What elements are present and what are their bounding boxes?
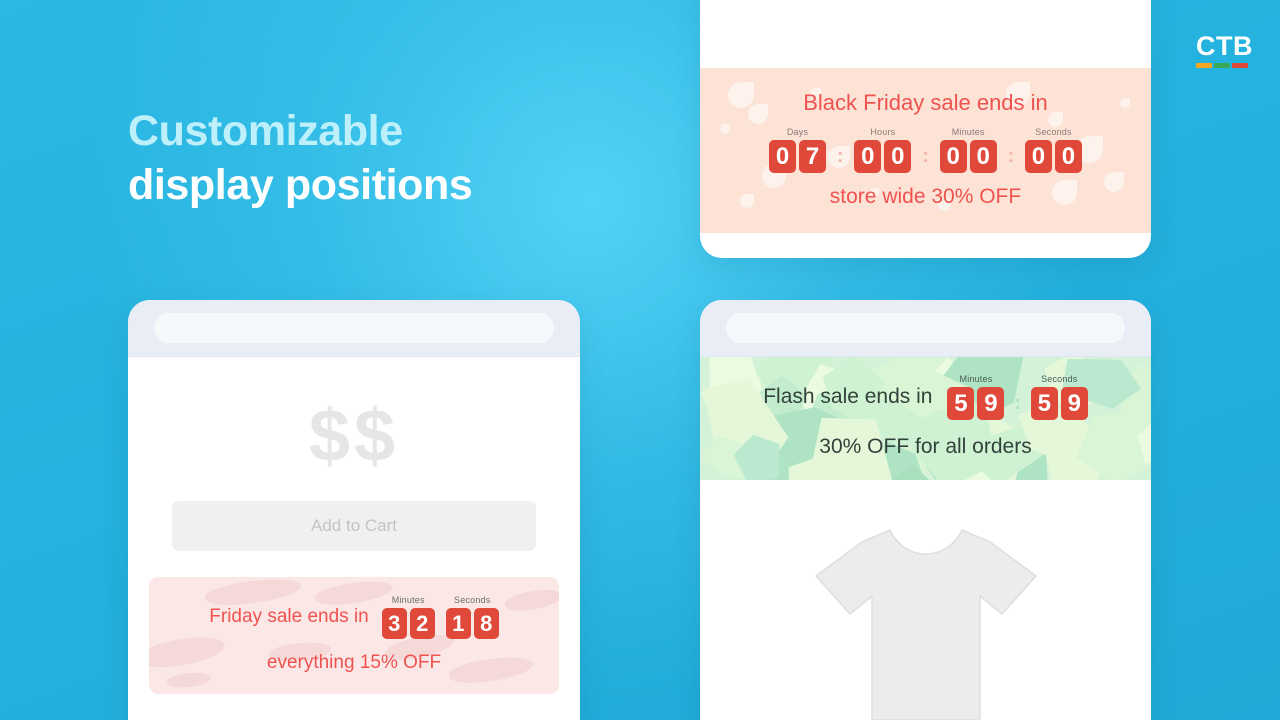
product-image-area [700,524,1151,720]
black-friday-separator: : [922,146,929,167]
flash-sale-label-seconds: Seconds [1041,374,1078,384]
address-bar-right[interactable] [726,313,1125,343]
product-area-left: $$ Add to Cart [128,357,580,551]
flash-sale-digits-minutes: 59 [947,387,1005,420]
mockup-card-black-friday: $$ Black Friday sale ends in Days07:Hour… [700,0,1151,258]
friday-sale-unit-minutes: Minutes 3 2 [381,595,435,639]
countdown-digit: 0 [939,140,967,173]
black-friday-digits-seconds: 00 [1024,140,1082,173]
black-friday-label-days: Days [786,127,809,137]
browser-chrome-left [128,300,580,357]
friday-sale-banner: Friday sale ends in Minutes 3 2 Seconds 1 8 e… [149,577,559,694]
friday-sale-digits-minutes: 32 [381,608,435,639]
logo-text: CTB [1196,31,1253,61]
logo-bar-green [1214,63,1230,68]
black-friday-countdown: Days 0 7: Hours 0 0: Minutes 0 0: Seconds 0 0 [700,127,1151,173]
flash-sale-separator: : [1014,393,1021,414]
mockup-card-flash-sale: Flash sale ends in Minutes 5 9: Seconds 5 9 3… [700,300,1151,720]
logo-bar-orange [1196,63,1212,68]
countdown-digit: 7 [799,140,826,173]
price-placeholder-left: $$ [308,394,400,477]
countdown-digit: 9 [977,387,1005,420]
black-friday-unit-days: Days 0 7 [769,127,826,173]
flash-sale-subtitle: 30% OFF for all orders [819,435,1032,458]
black-friday-banner: Black Friday sale ends in Days 0 7: Hours 0 0… [700,68,1151,233]
countdown-digit: 0 [769,140,796,173]
black-friday-unit-minutes: Minutes 0 0 [939,127,997,173]
flash-sale-countdown: Minutes 5 9: Seconds 5 9 [947,374,1088,420]
tshirt-icon [814,529,1037,720]
mockup-card-friday-sale: $$ Add to Cart Friday sale ends in Minut… [128,300,580,720]
logo-color-bars [1196,63,1248,68]
logo-bar-red [1232,63,1248,68]
black-friday-digits-hours: 00 [854,140,912,173]
black-friday-digits-days: 07 [769,140,826,173]
flash-sale-unit-seconds: Seconds 5 9 [1030,374,1088,420]
friday-sale-unit-seconds: Seconds 1 8 [445,595,499,639]
friday-sale-label-seconds: Seconds [454,595,491,605]
flash-sale-unit-minutes: Minutes 5 9 [947,374,1005,420]
address-bar-left[interactable] [154,313,554,343]
countdown-digit: 3 [381,608,407,639]
friday-sale-countdown: Minutes 3 2 Seconds 1 8 [381,595,499,639]
countdown-digit: 2 [409,608,435,639]
flash-sale-banner: Flash sale ends in Minutes 5 9: Seconds 5 9 3… [700,357,1151,480]
countdown-digit: 8 [473,608,499,639]
black-friday-subtitle: store wide 30% OFF [829,185,1022,208]
friday-sale-subtitle: everything 15% OFF [266,652,442,673]
browser-chrome-right [700,300,1151,357]
countdown-digit: 0 [1054,140,1082,173]
black-friday-separator: : [837,146,844,167]
countdown-digit: 5 [1030,387,1058,420]
countdown-digit: 9 [1060,387,1088,420]
countdown-digit: 5 [947,387,975,420]
black-friday-unit-hours: Hours 0 0 [854,127,912,173]
countdown-digit: 0 [884,140,912,173]
flash-sale-label-minutes: Minutes [959,374,993,384]
product-area-top: $$ [700,0,1151,68]
add-to-cart-button[interactable]: Add to Cart [172,501,536,551]
black-friday-digits-minutes: 00 [939,140,997,173]
flash-sale-title: Flash sale ends in [763,385,933,408]
brand-logo: CTB [1196,31,1253,68]
black-friday-title: Black Friday sale ends in [803,90,1048,115]
black-friday-label-hours: Hours [870,127,896,137]
countdown-digit: 1 [445,608,471,639]
page-title-line-2: display positions [128,161,473,210]
page-title: Customizable display positions [128,104,473,212]
friday-sale-label-minutes: Minutes [391,595,425,605]
countdown-digit: 0 [1024,140,1052,173]
black-friday-label-seconds: Seconds [1035,127,1072,137]
countdown-digit: 0 [854,140,882,173]
countdown-digit: 0 [969,140,997,173]
friday-sale-title: Friday sale ends in [209,606,369,627]
black-friday-unit-seconds: Seconds 0 0 [1024,127,1082,173]
black-friday-separator: : [1007,146,1014,167]
friday-sale-digits-seconds: 18 [445,608,499,639]
page-title-line-1: Customizable [128,107,403,155]
flash-sale-digits-seconds: 59 [1030,387,1088,420]
black-friday-label-minutes: Minutes [951,127,985,137]
